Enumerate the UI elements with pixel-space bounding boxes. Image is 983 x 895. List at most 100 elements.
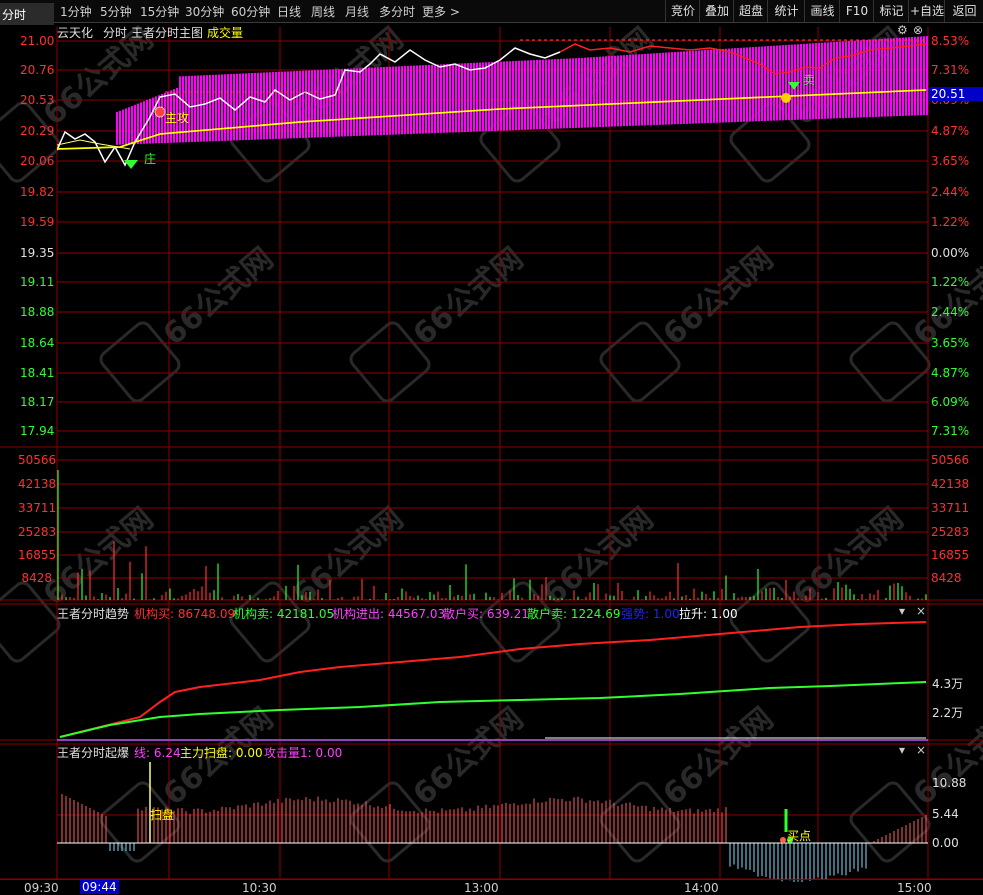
bank-signal-icon (124, 160, 138, 169)
f10-button[interactable]: F10 (839, 0, 874, 22)
volume-label: 成交量 (207, 26, 244, 40)
main-indicator-name: 王者分时主图 (131, 26, 204, 40)
volume-tick-label: 42138 (18, 477, 57, 491)
sweep-label: 主力扫盘: 0.00 (180, 746, 263, 760)
price-tick-label: 20.76 (20, 63, 55, 77)
stats-button[interactable]: 统计 (767, 0, 805, 22)
panel-close-icon[interactable]: ⊗ (913, 23, 923, 37)
add-watchlist-button[interactable]: +自选 (908, 0, 945, 22)
price-tick-label: 19.59 (20, 215, 55, 229)
price-tick-label: 20.29 (20, 124, 55, 138)
watermark-text: 66公式网 (407, 701, 530, 812)
pct-tick-label: 7.31% (931, 63, 970, 77)
volume-tick-label-right: 8428 (931, 571, 962, 585)
pct-tick-label: 1.22% (931, 215, 970, 229)
back-button[interactable]: 返回 (944, 0, 983, 22)
sell-signal-dot (781, 93, 791, 103)
time-axis: 09:30 09:44 10:30 13:00 14:00 15:00 (0, 879, 983, 895)
tab-5min[interactable]: 5分钟 (100, 3, 132, 20)
burst-tick-zero: 0.00 (932, 836, 959, 850)
overlay-button[interactable]: 叠加 (699, 0, 734, 22)
buy-point-label: 买点 (787, 829, 812, 843)
price-tick-label: 19.35 (20, 246, 55, 260)
current-price-tag: 20.51 (929, 87, 983, 101)
pct-tick-label: 7.31% (931, 424, 970, 438)
tab-15min[interactable]: 15分钟 (140, 3, 179, 20)
price-tick-label: 20.53 (20, 93, 55, 107)
super-button[interactable]: 超盘 (733, 0, 768, 22)
price-tick-label: 19.82 (20, 185, 55, 199)
price-tick-label: 18.17 (20, 395, 55, 409)
volume-tick-label: 16855 (18, 548, 57, 562)
bank-signal-label: 庄 (144, 152, 157, 166)
burst-panel-menu-icon[interactable]: ▾ (899, 743, 905, 757)
watermark-text: 66公式网 (287, 501, 410, 612)
mark-button[interactable]: 标记 (873, 0, 909, 22)
trend-panel-title: 王者分时趋势 (57, 607, 130, 621)
pct-tick-label: 3.65% (931, 154, 970, 168)
time-cursor-tag: 09:44 (80, 880, 119, 894)
price-tick-label: 17.94 (20, 424, 55, 438)
tab-60min[interactable]: 60分钟 (231, 3, 270, 20)
price-tick-label: 19.11 (20, 275, 55, 289)
volume-tick-label: 8428 (21, 571, 52, 585)
burst-panel-close-icon[interactable]: × (916, 743, 926, 757)
time-tick-close: 15:00 (897, 881, 932, 895)
tab-monthly[interactable]: 月线 (345, 3, 369, 20)
tab-30min[interactable]: 30分钟 (185, 3, 224, 20)
chart-mode: 分时 (103, 26, 128, 40)
watermark-logo: 66公式网 (349, 241, 530, 403)
auction-button[interactable]: 竞价 (665, 0, 700, 22)
volume-tick-label: 33711 (18, 501, 57, 515)
timeframe-toolbar: 分时 1分钟 5分钟 15分钟 30分钟 60分钟 日线 周线 月线 多分时 更… (0, 0, 983, 25)
tab-more[interactable]: 更多 > (422, 3, 460, 20)
trend-tick-low: 2.2万 (932, 706, 964, 720)
tab-1min[interactable]: 1分钟 (60, 3, 92, 20)
price-tick-label: 21.00 (20, 34, 55, 48)
pct-tick-label: 6.09% (931, 395, 970, 409)
price-tick-label: 18.41 (20, 366, 55, 380)
burst-line-label: 线: 6.24 (134, 746, 181, 760)
trend-tick-high: 4.3万 (932, 677, 964, 691)
pct-tick-label: 0.00% (931, 246, 970, 260)
watermark-text: 66公式网 (407, 241, 530, 352)
price-tick-label: 18.64 (20, 336, 55, 350)
time-tick-1300: 13:00 (464, 881, 499, 895)
tab-weekly[interactable]: 周线 (311, 3, 335, 20)
sell-signal-label: 卖 (803, 73, 816, 87)
attack-signal-label: 主攻 (165, 111, 190, 125)
price-tick-label: 20.06 (20, 154, 55, 168)
time-tick-1030: 10:30 (242, 881, 277, 895)
watermark-logo: 66公式网 (599, 241, 780, 403)
tab-multi-intraday[interactable]: 多分时 (379, 3, 415, 20)
pct-tick-label: 1.22% (931, 275, 970, 289)
attack-volume-label: 攻击量1: 0.00 (264, 746, 343, 760)
trend-panel-close-icon[interactable]: × (916, 604, 926, 618)
volume-tick-label-right: 16855 (931, 548, 970, 562)
pct-tick-label: 3.65% (931, 336, 970, 350)
inst-buy-label: 机构买: 86748.09 (134, 607, 236, 621)
price-tick-label: 18.88 (20, 305, 55, 319)
watermark-text: 66公式网 (657, 701, 780, 812)
watermark-text: 66公式网 (157, 241, 280, 352)
watermark-text: 66公式网 (787, 501, 910, 612)
volume-tick-label: 50566 (18, 453, 57, 467)
inst-net-label: 机构进出: 44567.03 (332, 607, 446, 621)
watermark-text: 66公式网 (657, 241, 780, 352)
panel-settings-icon[interactable]: ⚙ (897, 23, 908, 37)
pct-tick-label: 2.44% (931, 185, 970, 199)
volume-tick-label-right: 50566 (931, 453, 970, 467)
draw-line-button[interactable]: 画线 (804, 0, 840, 22)
pct-tick-label: 8.53% (931, 34, 970, 48)
time-tick-1400: 14:00 (684, 881, 719, 895)
pct-tick-label: 4.87% (931, 366, 970, 380)
burst-tick-high: 10.88 (932, 776, 967, 790)
pct-tick-label: 2.44% (931, 305, 970, 319)
pull-label: 拉升: 1.00 (679, 607, 738, 621)
pct-tick-label: 4.87% (931, 124, 970, 138)
buy-point-icon (780, 837, 786, 843)
trend-panel-menu-icon[interactable]: ▾ (899, 604, 905, 618)
volume-tick-label: 25283 (18, 525, 57, 539)
sweep-marker-label: 扫盘 (150, 808, 175, 822)
tab-daily[interactable]: 日线 (277, 3, 301, 20)
